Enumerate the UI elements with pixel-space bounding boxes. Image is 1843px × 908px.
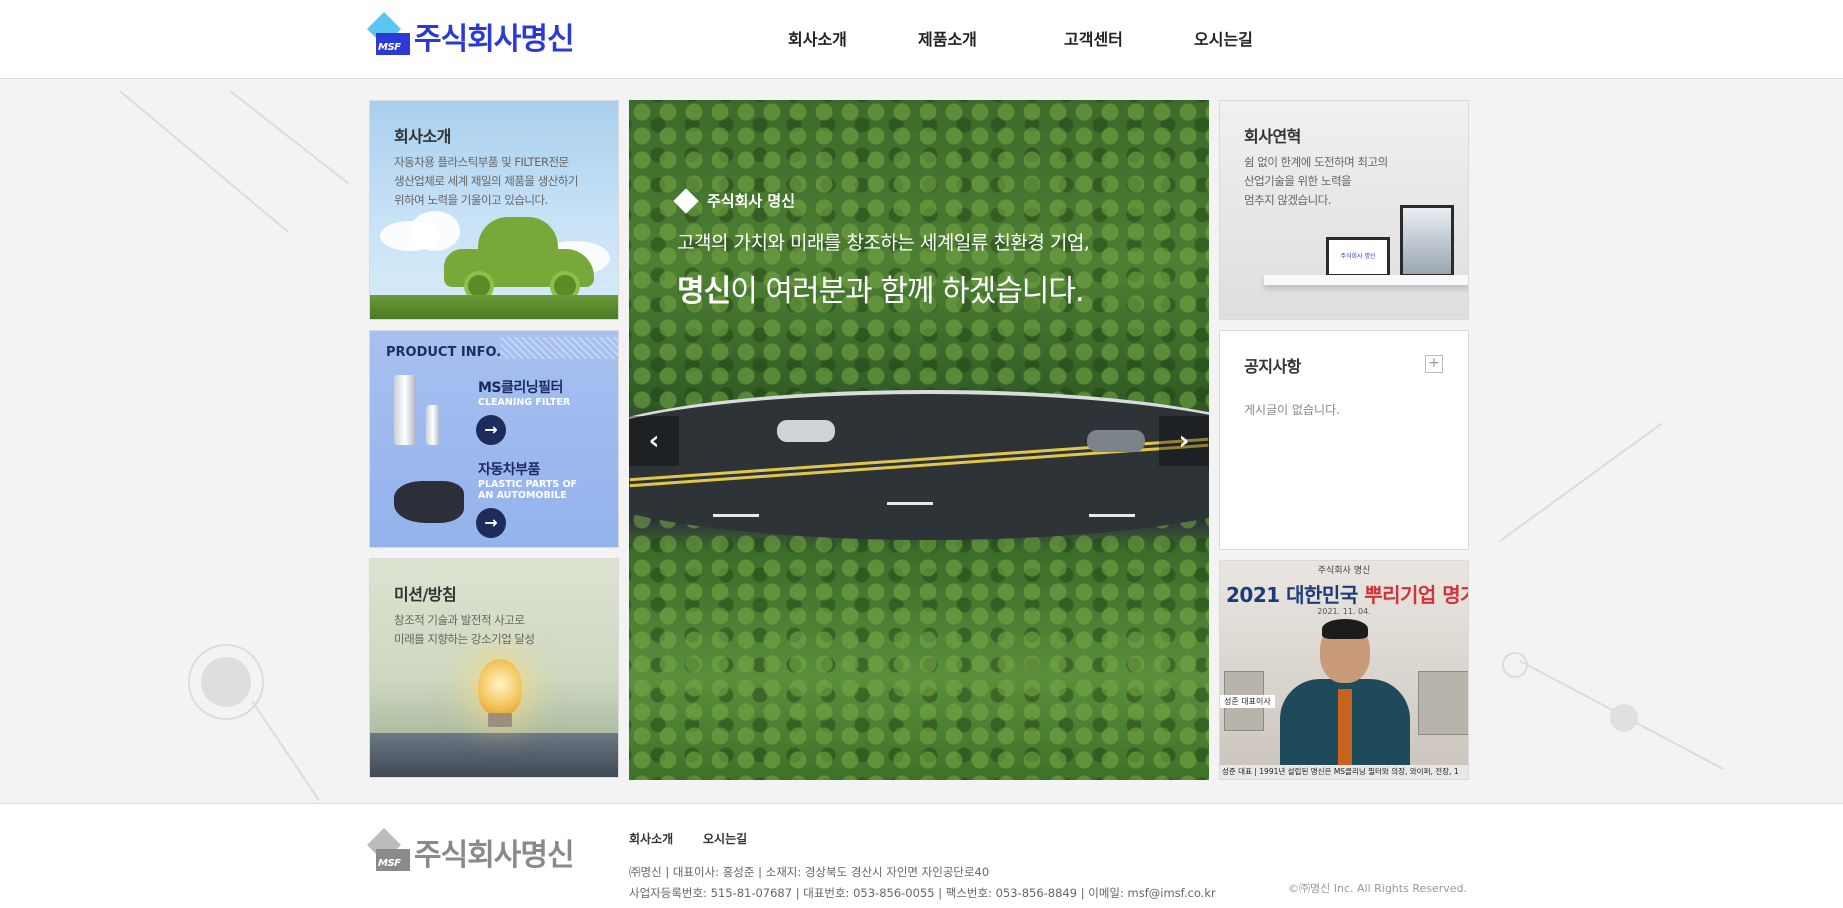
logo-mark-icon: MSF	[367, 12, 414, 57]
bg-deco-line	[1499, 422, 1663, 542]
arrow-right-icon[interactable]: →	[476, 415, 506, 445]
light-bulb-base	[488, 713, 512, 727]
arrow-right-icon[interactable]: →	[476, 508, 506, 538]
video-thumbnail[interactable]: 주식회사 명신 2021 대한민국 뿌리기업 명가전 2021. 11. 04.…	[1219, 560, 1469, 780]
road-dash	[1089, 514, 1135, 517]
stripe-band	[500, 337, 618, 359]
light-bulb-image	[478, 659, 522, 715]
grass-image	[370, 295, 618, 319]
nav-item-company[interactable]: 회사소개	[788, 26, 847, 50]
bg-deco-line	[119, 90, 290, 234]
tile-title: 회사소개	[394, 127, 451, 146]
video-company-name: 주식회사 명신	[1317, 566, 1371, 576]
hero-headline: 고객의 가치와 미래를 창조하는 세계일류 친환경 기업,	[677, 232, 1090, 254]
copyright: ©㈜명신 Inc. All Rights Reserved.	[1288, 882, 1468, 895]
slider-next-button[interactable]: ›	[1159, 416, 1209, 466]
slider-prev-button[interactable]: ‹	[629, 416, 679, 466]
gray-car-image	[1087, 430, 1145, 452]
site-footer: MSF 주식회사명신 회사소개 오시는길 ㈜명신 | 대표이사: 홍성준 | 소…	[0, 803, 1843, 908]
nav-item-support[interactable]: 고객센터	[1064, 26, 1123, 50]
footer-logo: MSF 주식회사명신	[367, 828, 575, 874]
tile-title: 미션/방침	[394, 585, 457, 604]
footer-company-info: ㈜명신 | 대표이사: 홍성준 | 소재지: 경상북도 경산시 자인면 자인공단…	[629, 862, 1216, 904]
notice-board: 공지사항 + 게시글이 없습니다.	[1219, 330, 1469, 550]
road-dash	[713, 514, 759, 517]
person-image	[1280, 679, 1410, 771]
bg-deco-line	[229, 90, 349, 185]
logo-text: 주식회사명신	[414, 22, 575, 57]
green-car-roof	[478, 217, 558, 257]
logo-mark-icon: MSF	[367, 828, 414, 873]
tile-description: 쉼 없이 한계에 도전하며 최고의 산업기술을 위한 노력을 멈추지 않겠습니다…	[1244, 155, 1388, 207]
footer-logo-text: 주식회사명신	[414, 838, 575, 873]
video-ticker: 성준 대표 | 1991년 설립된 명신은 MS클리닝 필터와 의장, 와이퍼,…	[1220, 765, 1468, 779]
notice-title: 공지사항	[1244, 357, 1301, 376]
footer-info-line: ㈜명신 | 대표이사: 홍성준 | 소재지: 경상북도 경산시 자인면 자인공단…	[629, 865, 990, 879]
product-info-tile: PRODUCT INFO. MS클리닝필터 CLEANING FILTER → …	[369, 330, 619, 548]
person-hair-image	[1322, 619, 1368, 639]
picture-frame-image	[1400, 205, 1454, 277]
cleaning-filter-image	[394, 375, 416, 445]
notice-empty-text: 게시글이 없습니다.	[1244, 403, 1340, 417]
city-image	[370, 733, 618, 777]
silver-car-image	[777, 420, 835, 442]
speaker-tag: 성준 대표이사	[1220, 695, 1275, 708]
product-name-parts: 자동차부품	[478, 462, 540, 478]
plus-icon[interactable]: +	[1425, 355, 1443, 373]
shelf-image	[1264, 275, 1468, 285]
tile-title: 회사연혁	[1244, 127, 1301, 146]
hero-subheadline: 명신이 여러분과 함께 하겠습니다.	[677, 274, 1085, 309]
video-date: 2021. 11. 04.	[1317, 607, 1371, 616]
product-sub-filter: CLEANING FILTER	[478, 397, 571, 408]
hero-logo: 주식회사 명신	[673, 187, 795, 214]
nav-item-products[interactable]: 제품소개	[918, 26, 977, 50]
history-tile[interactable]: 회사연혁 쉼 없이 한계에 도전하며 최고의 산업기술을 위한 노력을 멈추지 …	[1219, 100, 1469, 320]
footer-link-company[interactable]: 회사소개	[629, 832, 673, 846]
hero-slider: 주식회사 명신 고객의 가치와 미래를 창조하는 세계일류 친환경 기업, 명신…	[629, 100, 1209, 780]
trophy-cabinet-image	[1418, 671, 1468, 735]
product-sub-parts: PLASTIC PARTS OF AN AUTOMOBILE	[478, 479, 578, 501]
cleaning-filter-image	[426, 405, 440, 445]
picture-frame-image: 주식회사 명신	[1326, 237, 1390, 277]
footer-link-directions[interactable]: 오시는길	[703, 832, 747, 846]
logo-mark-icon	[673, 187, 699, 214]
bg-deco-circle	[201, 657, 251, 707]
bg-deco-circle	[1502, 652, 1528, 678]
site-logo[interactable]: MSF 주식회사명신	[367, 12, 575, 58]
product-info-label: PRODUCT INFO.	[386, 345, 502, 360]
site-header: MSF 주식회사명신 회사소개 제품소개 고객센터 오시는길	[0, 0, 1843, 79]
tile-description: 창조적 기술과 발전적 사고로 미래를 지향하는 강소기업 달성	[394, 613, 535, 646]
footer-links: 회사소개 오시는길	[629, 830, 773, 847]
cloud-image	[410, 211, 460, 251]
product-name-filter: MS클리닝필터	[478, 380, 563, 396]
nav-item-directions[interactable]: 오시는길	[1194, 26, 1253, 50]
road-dash	[887, 502, 933, 505]
plastic-part-image	[394, 481, 464, 523]
bg-deco-circle	[1610, 704, 1638, 732]
company-intro-tile[interactable]: 회사소개 자동차용 플라스틱부품 및 FILTER전문 생산업체로 세계 제일의…	[369, 100, 619, 320]
tile-description: 자동차용 플라스틱부품 및 FILTER전문 생산업체로 세계 제일의 제품을 …	[394, 155, 578, 207]
bg-deco-line	[251, 700, 320, 802]
video-headline: 2021 대한민국 뿌리기업 명가전	[1226, 583, 1469, 607]
mission-tile[interactable]: 미션/방침 창조적 기술과 발전적 사고로 미래를 지향하는 강소기업 달성	[369, 558, 619, 778]
footer-info-line: 사업자등록번호: 515-81-07687 | 대표번호: 053-856-00…	[629, 886, 1216, 900]
